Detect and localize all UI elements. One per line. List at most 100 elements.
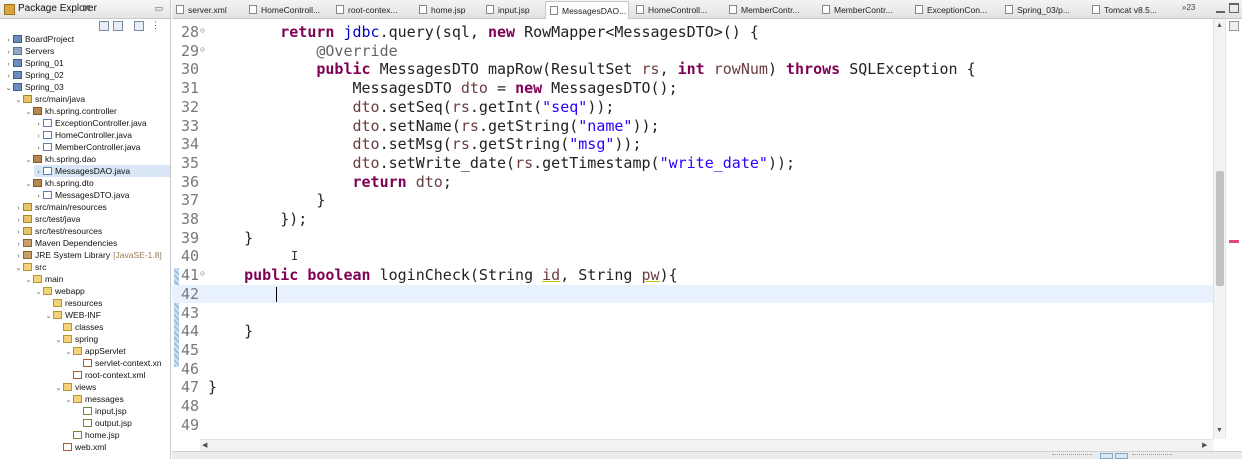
tree-item[interactable]: › src/test/java	[14, 213, 80, 225]
expanded-chevron-icon[interactable]: ⌄	[64, 347, 73, 359]
code-line[interactable]: 48	[172, 397, 1213, 416]
code-line[interactable]: 43	[172, 304, 1213, 323]
tree-item[interactable]: web.xml	[54, 441, 106, 453]
code-line[interactable]: 35 dto.setWrite_date(rs.getTimestamp("wr…	[172, 154, 1213, 173]
editor-tab[interactable]: Tomcat v8.5...	[1088, 1, 1178, 19]
status-bar-button[interactable]	[1100, 453, 1113, 459]
editor-tab[interactable]: server.xml	[172, 1, 242, 19]
tree-item[interactable]: output.jsp	[74, 417, 132, 429]
link-with-editor-icon[interactable]	[113, 21, 123, 31]
editor-tab[interactable]: MemberContr...	[818, 1, 908, 19]
scroll-up-icon[interactable]: ▲	[1216, 22, 1223, 29]
minimize-icon[interactable]: ▭	[152, 3, 166, 14]
tree-item[interactable]: › BoardProject	[4, 33, 74, 45]
tree-item[interactable]: ⌄ spring	[54, 333, 99, 347]
code-line[interactable]: 32 dto.setSeq(rs.getInt("seq"));	[172, 98, 1213, 117]
editor-tab[interactable]: ExceptionCon...	[911, 1, 998, 19]
tree-item[interactable]: › HomeController.java	[34, 129, 132, 141]
code-line[interactable]: 41 ⊖ public boolean loginCheck(String id,…	[172, 266, 1213, 285]
expanded-chevron-icon[interactable]: ⌄	[54, 335, 63, 347]
tree-item[interactable]: ⌄ webapp	[34, 285, 85, 297]
tree-item[interactable]: ⌄ kh.spring.controller	[24, 105, 117, 117]
tree-item[interactable]: › Servers	[4, 45, 54, 57]
status-bar-button[interactable]	[1115, 453, 1128, 459]
tree-item[interactable]: › ExceptionController.java	[34, 117, 146, 129]
code-line[interactable]: 45	[172, 341, 1213, 360]
code-line[interactable]: 44 }	[172, 322, 1213, 341]
tree-item[interactable]: › MessagesDTO.java	[34, 189, 129, 201]
tree-item[interactable]: ⌄ main	[24, 273, 64, 287]
code-line[interactable]: 39 }	[172, 229, 1213, 248]
editor-tab[interactable]: HomeControll...	[632, 1, 722, 19]
expanded-chevron-icon[interactable]: ⌄	[24, 179, 33, 191]
code-line[interactable]: 38 });	[172, 210, 1213, 229]
code-line[interactable]: 46	[172, 360, 1213, 379]
tree-item[interactable]: › Maven Dependencies	[14, 237, 117, 249]
tree-item[interactable]: input.jsp	[74, 405, 127, 417]
scroll-right-icon[interactable]: ▶	[1202, 441, 1207, 449]
code-line[interactable]: 40	[172, 247, 1213, 266]
expanded-chevron-icon[interactable]: ⌄	[44, 311, 53, 323]
code-line[interactable]: 28 ⊖ return jdbc.query(sql, new RowMapper…	[172, 23, 1213, 42]
code-line[interactable]: 33 dto.setName(rs.getString("name"));	[172, 117, 1213, 136]
code-editor[interactable]: 28 ⊖ return jdbc.query(sql, new RowMapper…	[172, 19, 1213, 439]
tree-item[interactable]: › Spring_01	[4, 57, 63, 69]
expanded-chevron-icon[interactable]: ⌄	[14, 95, 23, 107]
fold-toggle-icon[interactable]: ⊖	[200, 27, 207, 35]
view-menu-icon[interactable]: ⋮	[151, 21, 161, 31]
collapse-all-icon[interactable]	[99, 21, 109, 31]
code-line[interactable]: 49	[172, 416, 1213, 435]
tree-item[interactable]: ⌄ kh.spring.dao	[24, 153, 96, 165]
editor-horizontal-scrollbar[interactable]: ◀ ▶	[200, 439, 1213, 451]
scroll-down-icon[interactable]: ▼	[1216, 427, 1223, 434]
code-line[interactable]: 31 MessagesDTO dto = new MessagesDTO();	[172, 79, 1213, 98]
tree-item[interactable]: › Spring_02	[4, 69, 63, 81]
tree-item[interactable]: home.jsp	[64, 429, 120, 441]
tree-item[interactable]: classes	[54, 321, 103, 333]
code-line[interactable]: 36 return dto;	[172, 173, 1213, 192]
occurrence-marker[interactable]	[1229, 240, 1239, 243]
expanded-chevron-icon[interactable]: ⌄	[64, 395, 73, 407]
tree-item[interactable]: ⌄ appServlet	[64, 345, 126, 357]
editor-tab[interactable]: HomeControll...	[245, 1, 329, 19]
code-line[interactable]: 47}	[172, 378, 1213, 397]
editor-tab[interactable]: MessagesDAO...✕	[545, 1, 629, 19]
package-explorer-header[interactable]: Package Explorer ✕ ▭	[0, 0, 170, 19]
tree-item[interactable]: › MemberController.java	[34, 141, 140, 153]
tree-item[interactable]: › src/test/resources	[14, 225, 102, 237]
expanded-chevron-icon[interactable]: ⌄	[24, 275, 33, 287]
editor-tab[interactable]: Spring_03/p...	[1001, 1, 1085, 19]
maximize-editor-icon[interactable]	[1229, 3, 1239, 13]
fold-toggle-icon[interactable]: ⊖	[200, 270, 207, 278]
scrollbar-thumb[interactable]	[1216, 171, 1224, 286]
code-line[interactable]: 29 ⊖ @Override	[172, 42, 1213, 61]
code-line[interactable]: 34 dto.setMsg(rs.getString("msg"));	[172, 135, 1213, 154]
fold-toggle-icon[interactable]: ⊖	[200, 45, 207, 53]
overview-ruler[interactable]	[1225, 19, 1242, 439]
code-line[interactable]: 37 }	[172, 191, 1213, 210]
tree-item[interactable]: › src/main/resources	[14, 201, 106, 213]
tree-item[interactable]: › MessagesDAO.java	[34, 165, 170, 177]
tree-item[interactable]: ⌄ src	[14, 261, 47, 275]
code-line[interactable]: 30 public MessagesDTO mapRow(ResultSet r…	[172, 60, 1213, 79]
tree-item[interactable]: ⌄ WEB-INF	[44, 309, 101, 321]
tree-item[interactable]: ⌄ src/main/java	[14, 93, 86, 107]
editor-vertical-scrollbar[interactable]: ▲ ▼	[1213, 19, 1225, 439]
tree-item[interactable]: resources	[44, 297, 102, 309]
scroll-left-icon[interactable]: ◀	[202, 441, 207, 449]
close-icon[interactable]: ✕	[82, 2, 91, 15]
tree-item[interactable]: root-context.xml	[64, 369, 145, 381]
tree-item[interactable]: ⌄ views	[54, 381, 97, 395]
tree-item[interactable]: ⌄ kh.spring.dto	[24, 177, 94, 189]
tree-item[interactable]: servlet-context.xn	[74, 357, 162, 369]
minimize-editor-icon[interactable]	[1216, 4, 1225, 13]
code-line[interactable]: 42	[172, 284, 1213, 304]
editor-tab[interactable]: home.jsp	[415, 1, 479, 19]
expanded-chevron-icon[interactable]: ⌄	[14, 263, 23, 275]
tree-item[interactable]: ⌄ messages	[64, 393, 124, 405]
expanded-chevron-icon[interactable]: ⌄	[4, 83, 13, 95]
editor-tab[interactable]: MemberContr...	[725, 1, 815, 19]
tree-item[interactable]: › JRE System Library [JavaSE-1.8]	[14, 249, 161, 261]
expanded-chevron-icon[interactable]: ⌄	[24, 155, 33, 167]
expanded-chevron-icon[interactable]: ⌄	[54, 383, 63, 395]
